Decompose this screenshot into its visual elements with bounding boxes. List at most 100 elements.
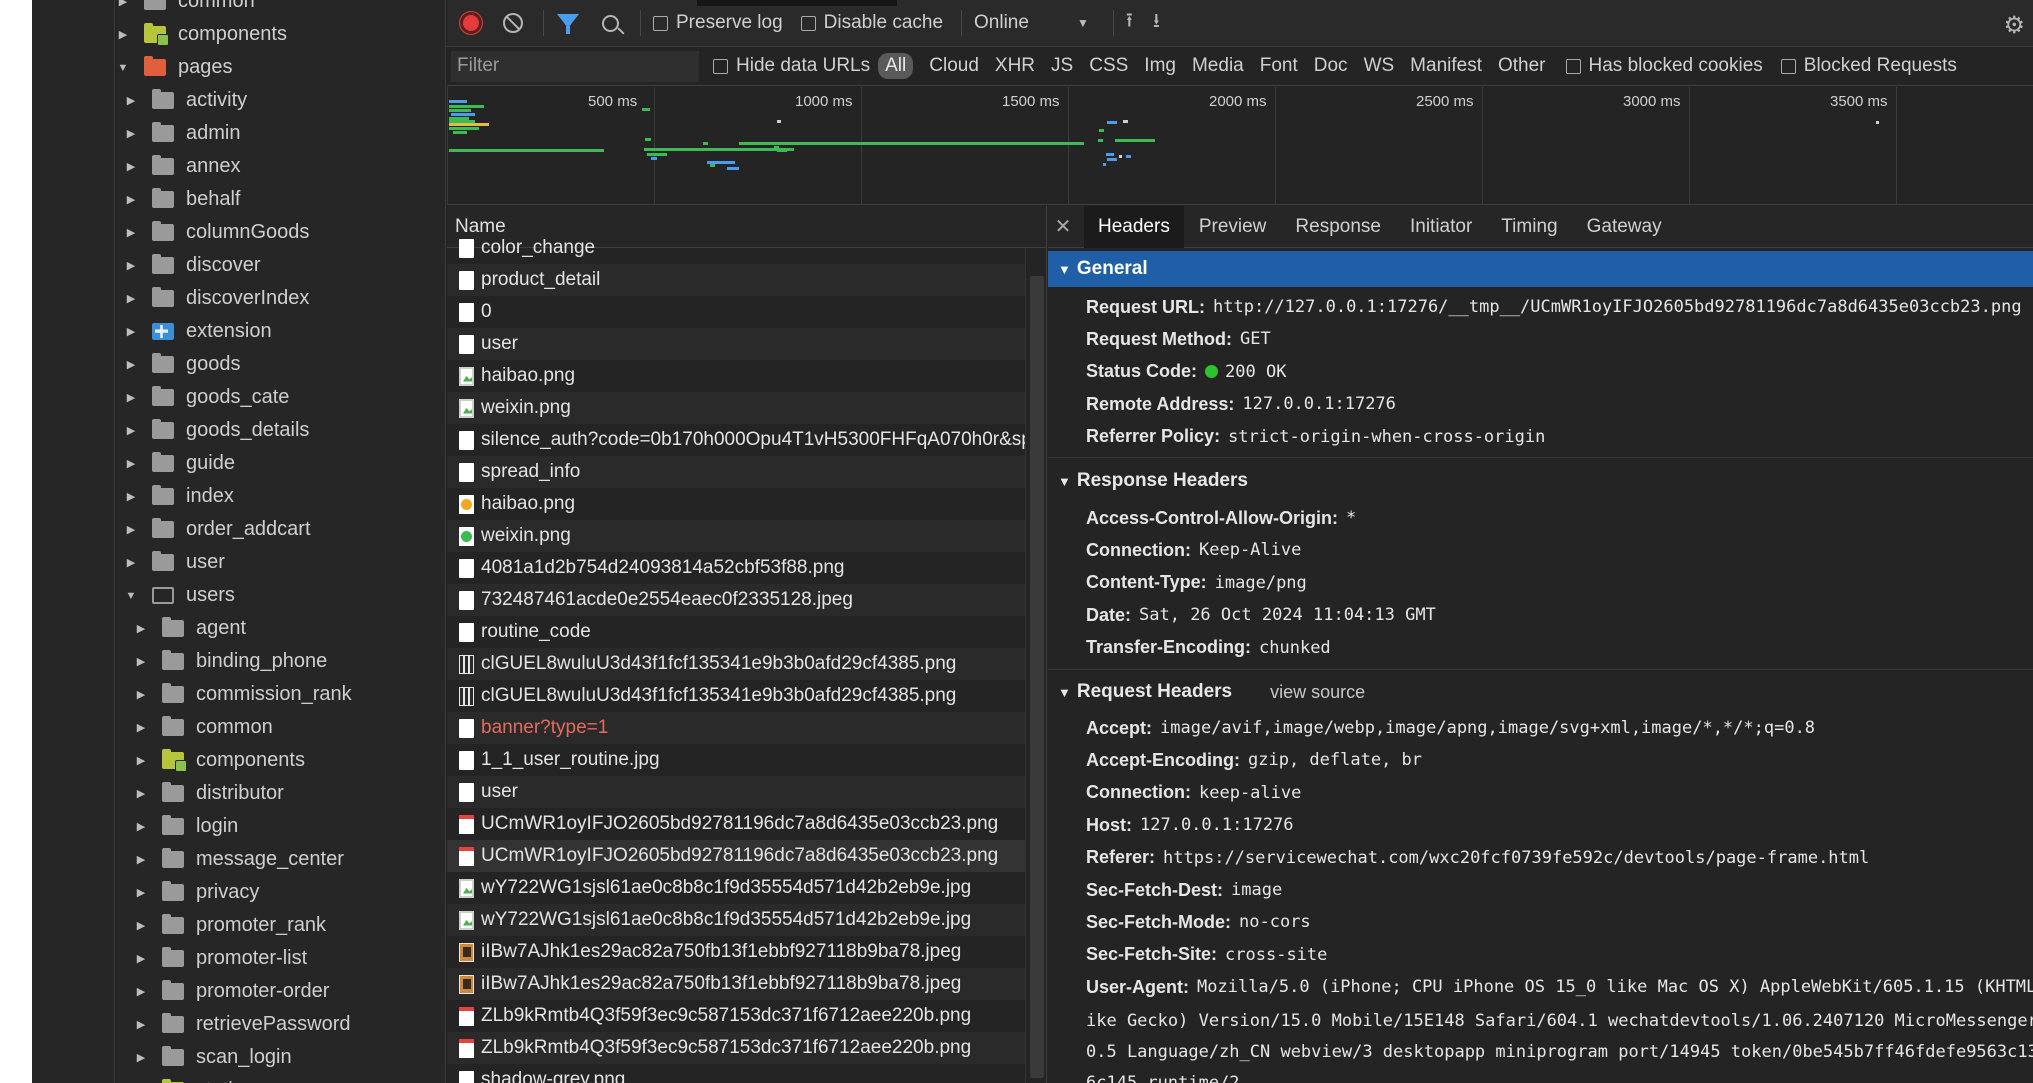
type-filter-img[interactable]: Img bbox=[1144, 55, 1176, 77]
chevron-right-icon[interactable]: ▶ bbox=[124, 127, 138, 140]
gear-icon[interactable]: ⚙ bbox=[2003, 11, 2025, 40]
request-row[interactable]: wY722WG1sjsl61ae0c8b8c1f9d35554d571d42b2… bbox=[447, 904, 1025, 936]
tree-item-index[interactable]: ▶ index bbox=[124, 480, 234, 513]
chevron-right-icon[interactable]: ▶ bbox=[134, 1051, 148, 1064]
type-filter-js[interactable]: JS bbox=[1051, 55, 1073, 77]
type-filter-css[interactable]: CSS bbox=[1089, 55, 1128, 77]
chevron-down-icon[interactable]: ▼ bbox=[116, 62, 130, 74]
tree-item-activity[interactable]: ▶ activity bbox=[124, 84, 247, 117]
search-icon[interactable] bbox=[598, 11, 622, 35]
header-row[interactable]: Connection: keep-alive bbox=[1086, 777, 1301, 809]
header-row[interactable]: Remote Address: 127.0.0.1:17276 bbox=[1086, 388, 1396, 420]
header-row[interactable]: Sec-Fetch-Mode: no-cors bbox=[1086, 906, 1311, 938]
request-row[interactable]: iIBw7AJhk1es29ac82a750fb13f1ebbf927118b9… bbox=[447, 968, 1025, 1000]
tree-item-goods_details[interactable]: ▶ goods_details bbox=[124, 414, 309, 447]
request-row[interactable]: ZLb9kRmtb4Q3f59f3ec9c587153dc371f6712aee… bbox=[447, 1000, 1025, 1032]
clear-icon[interactable] bbox=[501, 11, 525, 35]
request-row[interactable]: spread_info bbox=[447, 456, 1025, 488]
checkbox-box[interactable] bbox=[1780, 58, 1796, 74]
tree-item-extension[interactable]: ▶ extension bbox=[124, 315, 272, 348]
chevron-right-icon[interactable]: ▶ bbox=[116, 28, 130, 41]
chevron-right-icon[interactable]: ▶ bbox=[134, 919, 148, 932]
chevron-right-icon[interactable]: ▶ bbox=[124, 226, 138, 239]
chevron-right-icon[interactable]: ▶ bbox=[124, 457, 138, 470]
type-filter-doc[interactable]: Doc bbox=[1314, 55, 1348, 77]
tree-item-admin[interactable]: ▶ admin bbox=[124, 117, 240, 150]
checkbox-box[interactable] bbox=[1565, 58, 1581, 74]
chevron-right-icon[interactable]: ▶ bbox=[134, 754, 148, 767]
tree-item-promoter_rank[interactable]: ▶ promoter_rank bbox=[134, 909, 326, 942]
chevron-right-icon[interactable]: ▶ bbox=[124, 490, 138, 503]
tree-item-common[interactable]: ▶ common bbox=[134, 711, 273, 744]
tab-gateway[interactable]: Gateway bbox=[1573, 206, 1676, 248]
timeline-overview[interactable]: 500 ms 1000 ms 1500 ms 2000 ms 2500 ms 3000 m… bbox=[447, 87, 2033, 205]
tree-item-goods_cate[interactable]: ▶ goods_cate bbox=[124, 381, 289, 414]
header-row[interactable]: User-Agent: Mozilla/5.0 (iPhone; CPU iPho… bbox=[1086, 971, 2033, 1003]
chevron-right-icon[interactable]: ▶ bbox=[124, 259, 138, 272]
request-row[interactable]: weixin.png bbox=[447, 520, 1025, 552]
tab-initiator[interactable]: Initiator bbox=[1396, 206, 1486, 248]
request-row[interactable]: product_detail bbox=[447, 264, 1025, 296]
type-filter-other[interactable]: Other bbox=[1498, 55, 1546, 77]
chevron-right-icon[interactable]: ▶ bbox=[134, 655, 148, 668]
tab-headers[interactable]: Headers bbox=[1084, 206, 1184, 248]
chevron-right-icon[interactable]: ▶ bbox=[124, 523, 138, 536]
tree-item-order_addcart[interactable]: ▶ order_addcart bbox=[124, 513, 311, 546]
request-row[interactable]: iIBw7AJhk1es29ac82a750fb13f1ebbf927118b9… bbox=[447, 936, 1025, 968]
throttling-select[interactable]: Online ▼ bbox=[974, 12, 1089, 34]
request-list-scrollbar[interactable] bbox=[1025, 248, 1046, 1083]
preserve-log-checkbox[interactable]: Preserve log bbox=[653, 12, 783, 34]
type-filter-font[interactable]: Font bbox=[1260, 55, 1298, 77]
checkbox-box[interactable] bbox=[653, 15, 668, 31]
request-row[interactable]: color_change bbox=[447, 232, 1025, 264]
record-icon[interactable] bbox=[459, 11, 483, 35]
request-row[interactable]: 1_1_user_routine.jpg bbox=[447, 744, 1025, 776]
tree-item-distributor[interactable]: ▶ distributor bbox=[134, 777, 284, 810]
request-headers-section-header[interactable]: ▼ Request Headers view source bbox=[1048, 674, 2033, 710]
tree-item-pages[interactable]: ▼ pages bbox=[116, 51, 233, 84]
request-row[interactable]: shadow-grey.png bbox=[447, 1064, 1025, 1083]
request-row[interactable]: clGUEL8wuluU3d43f1fcf135341e9b3b0afd29cf… bbox=[447, 680, 1025, 712]
filter-icon[interactable] bbox=[556, 11, 580, 35]
upload-icon[interactable]: ⭱ bbox=[1126, 6, 1133, 40]
has-blocked-cookies-checkbox[interactable]: Has blocked cookies bbox=[1565, 55, 1763, 77]
tree-item-common[interactable]: ▶ common bbox=[116, 0, 255, 18]
checkbox-box[interactable] bbox=[713, 58, 728, 74]
header-row[interactable]: Sec-Fetch-Dest: image bbox=[1086, 874, 1282, 906]
chevron-right-icon[interactable]: ▶ bbox=[134, 622, 148, 635]
tree-item-retrievePassword[interactable]: ▶ retrievePassword bbox=[134, 1008, 351, 1041]
tab-response[interactable]: Response bbox=[1281, 206, 1395, 248]
request-row[interactable]: weixin.png bbox=[447, 392, 1025, 424]
header-row[interactable]: Access-Control-Allow-Origin: * bbox=[1086, 502, 1356, 534]
request-row[interactable]: user bbox=[447, 776, 1025, 808]
header-row[interactable]: Referer: https://servicewechat.com/wxc20f… bbox=[1086, 842, 1869, 874]
header-row[interactable]: Date: Sat, 26 Oct 2024 11:04:13 GMT bbox=[1086, 599, 1436, 631]
tab-timing[interactable]: Timing bbox=[1487, 206, 1571, 248]
request-row[interactable]: 0 bbox=[447, 296, 1025, 328]
tree-item-privacy[interactable]: ▶ privacy bbox=[134, 876, 259, 909]
type-filter-cloud[interactable]: Cloud bbox=[929, 55, 979, 77]
header-row[interactable]: Content-Type: image/png bbox=[1086, 567, 1307, 599]
tree-item-agent[interactable]: ▶ agent bbox=[134, 612, 246, 645]
request-row[interactable]: 732487461acde0e2554eaec0f2335128.jpeg bbox=[447, 584, 1025, 616]
header-row[interactable]: Sec-Fetch-Site: cross-site bbox=[1086, 939, 1327, 971]
tree-item-promoter-order[interactable]: ▶ promoter-order bbox=[134, 975, 329, 1008]
request-row[interactable]: user bbox=[447, 328, 1025, 360]
tree-item-user[interactable]: ▶ user bbox=[124, 546, 225, 579]
chevron-right-icon[interactable]: ▶ bbox=[124, 325, 138, 338]
chevron-right-icon[interactable]: ▶ bbox=[124, 292, 138, 305]
tree-item-users[interactable]: ▼ users bbox=[124, 579, 235, 612]
type-filter-ws[interactable]: WS bbox=[1364, 55, 1395, 77]
header-row[interactable]: Host: 127.0.0.1:17276 bbox=[1086, 809, 1294, 841]
type-filter-all[interactable]: All bbox=[878, 53, 914, 79]
download-icon[interactable]: ⭳ bbox=[1153, 6, 1160, 40]
hide-data-urls-checkbox[interactable]: Hide data URLs bbox=[713, 55, 870, 77]
chevron-right-icon[interactable]: ▶ bbox=[134, 886, 148, 899]
tree-item-binding_phone[interactable]: ▶ binding_phone bbox=[134, 645, 327, 678]
chevron-right-icon[interactable]: ▶ bbox=[134, 820, 148, 833]
type-filter-manifest[interactable]: Manifest bbox=[1410, 55, 1482, 77]
request-row[interactable]: banner?type=1 bbox=[447, 712, 1025, 744]
chevron-right-icon[interactable]: ▶ bbox=[124, 358, 138, 371]
chevron-right-icon[interactable]: ▶ bbox=[134, 787, 148, 800]
blocked-requests-checkbox[interactable]: Blocked Requests bbox=[1780, 55, 1957, 77]
